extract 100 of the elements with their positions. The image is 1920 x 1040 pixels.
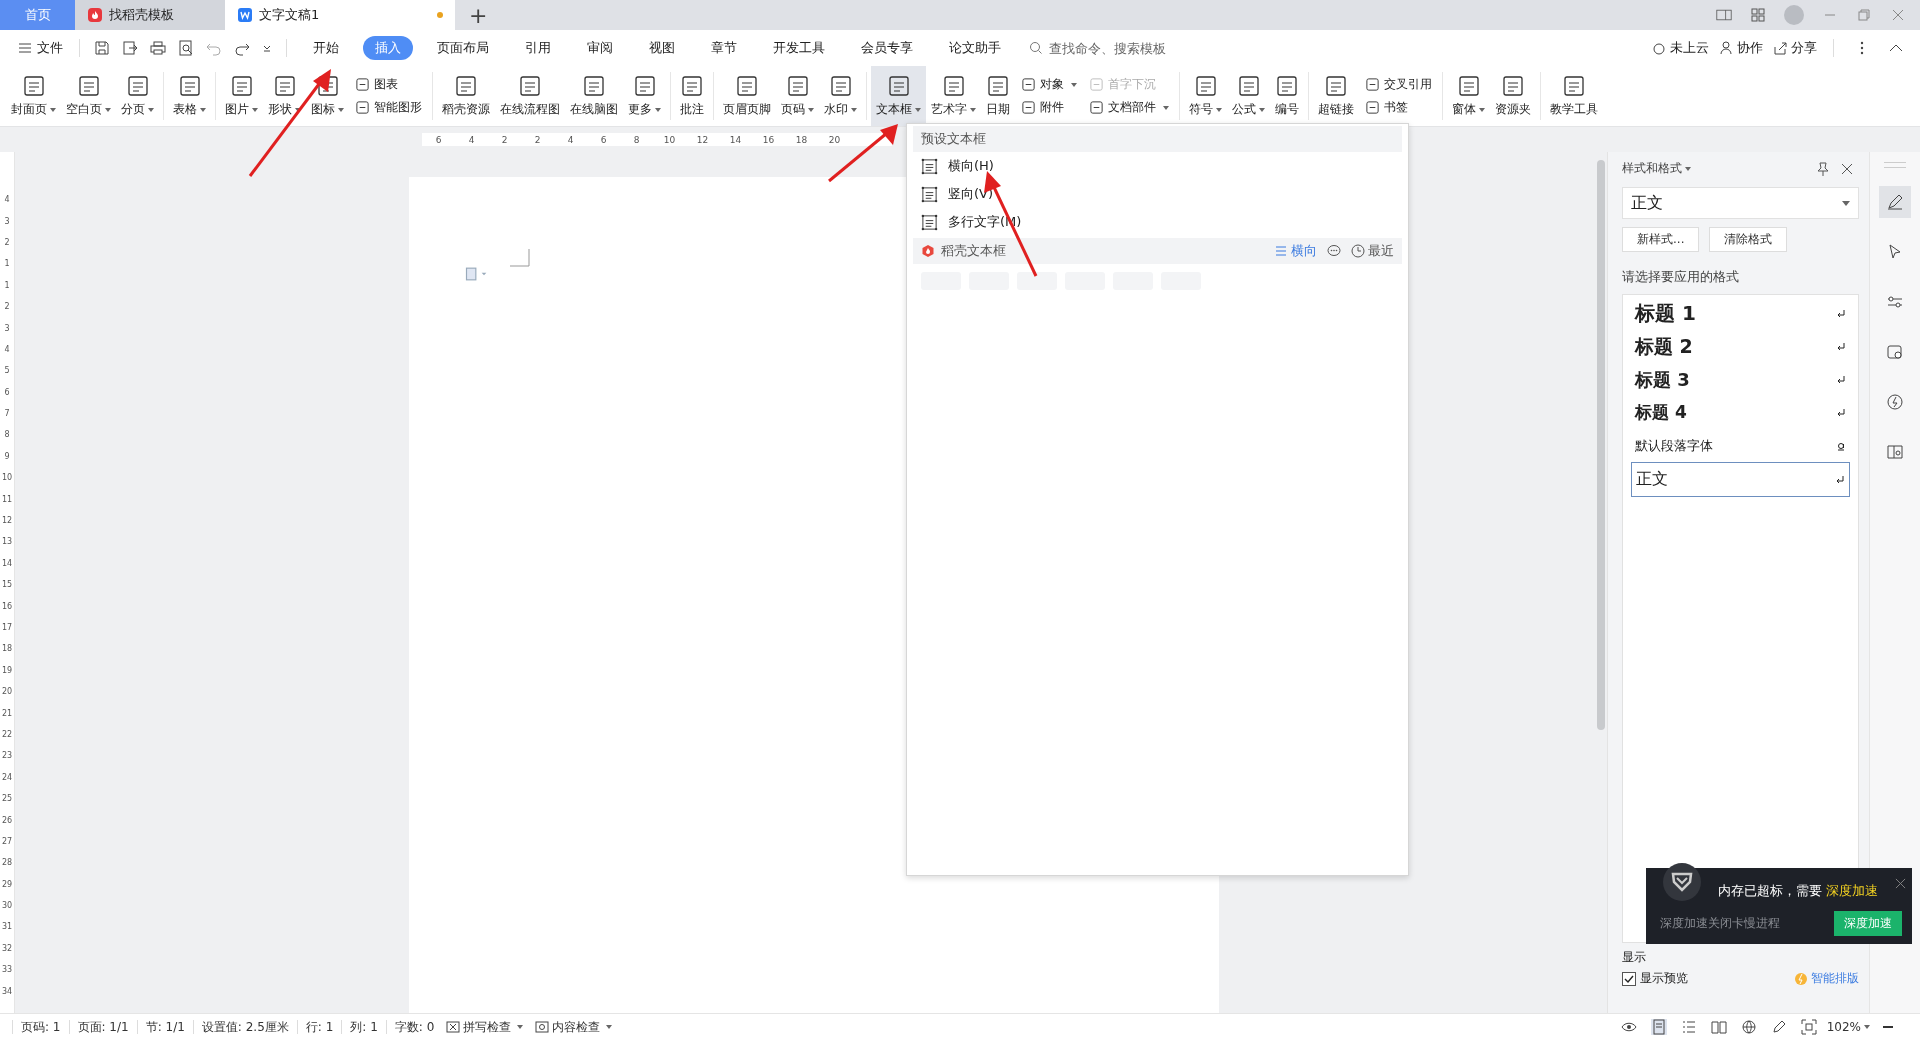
style-item[interactable]: 标题 2 [1631, 330, 1850, 363]
ribbon-button[interactable]: 公式 [1227, 66, 1270, 126]
header-action[interactable]: 分享 [1773, 39, 1817, 57]
square-icon [355, 100, 370, 115]
ribbon-tab[interactable]: 开始 [301, 36, 351, 60]
document-icon [886, 74, 911, 98]
recent-filter[interactable]: 最近 [1351, 242, 1394, 260]
ribbon-button[interactable]: 书签 [1365, 99, 1432, 116]
header-action[interactable]: 未上云 [1652, 39, 1709, 57]
ribbon-button[interactable]: 对象 [1021, 76, 1077, 93]
customize-caret-icon[interactable] [262, 43, 272, 53]
fit-page-icon[interactable] [1800, 1019, 1817, 1035]
ribbon-button[interactable]: 日期 [981, 66, 1015, 126]
ribbon-button[interactable]: 稻壳资源 [437, 66, 495, 126]
ribbon-button[interactable]: 文档部件 [1089, 99, 1169, 116]
ribbon-tab[interactable]: 视图 [637, 36, 687, 60]
book-view-icon[interactable] [1710, 1019, 1727, 1035]
style-dropdown[interactable]: 正文 [1622, 187, 1859, 219]
document-tab[interactable]: 找稻壳模板 [75, 0, 225, 30]
ribbon-button[interactable]: 表格 [168, 66, 211, 126]
pen-icon[interactable] [1770, 1019, 1787, 1035]
ribbon-tab[interactable]: 会员专享 [849, 36, 925, 60]
ruler-number: 30 [0, 900, 14, 913]
pen-icon[interactable] [1879, 186, 1911, 218]
panel-title[interactable]: 样式和格式 [1622, 160, 1811, 177]
web-view-icon[interactable] [1740, 1019, 1757, 1035]
document-tab[interactable]: 文字文稿1 [225, 0, 455, 30]
status-text: 页码: 1 [21, 1018, 61, 1036]
ruler-number: 4 [566, 134, 575, 145]
zoom-level[interactable]: 102% [1826, 1020, 1870, 1034]
lightning-icon [1794, 971, 1808, 986]
ribbon-button[interactable]: 文本框 [871, 66, 926, 126]
document-icon [76, 74, 101, 98]
ribbon-button[interactable]: 教学工具 [1545, 66, 1603, 126]
ribbon-button[interactable]: 空白页 [61, 66, 116, 126]
check-menu-button[interactable]: 拼写检查 [446, 1018, 524, 1036]
style-item[interactable]: 标题 4 [1631, 396, 1850, 429]
orientation-filter[interactable]: 横向 [1274, 242, 1317, 260]
header-action[interactable]: 协作 [1719, 39, 1763, 57]
grid-icon[interactable] [1750, 8, 1766, 22]
ribbon-button[interactable]: 批注 [675, 66, 709, 126]
style-button[interactable]: 清除格式 [1709, 227, 1788, 252]
ribbon-button[interactable]: 编号 [1270, 66, 1304, 126]
ribbon-button[interactable]: 水印 [819, 66, 862, 126]
ribbon-button[interactable]: 艺术字 [926, 66, 981, 126]
smart-layout-link[interactable]: 智能排版 [1794, 970, 1859, 987]
preview-checkbox[interactable]: 显示预览 [1622, 970, 1688, 987]
ribbon-button[interactable]: 附件 [1021, 99, 1077, 116]
ribbon-button[interactable]: 资源夹 [1490, 66, 1536, 126]
show-label: 显示 [1622, 949, 1647, 966]
ribbon-button[interactable]: 形状 [263, 66, 306, 126]
chat-bubble-icon[interactable] [1327, 244, 1341, 258]
save-icon[interactable] [94, 40, 110, 56]
print-preview-icon[interactable] [178, 40, 194, 56]
ribbon-button[interactable]: 页码 [776, 66, 819, 126]
ruler-number: 4 [467, 134, 476, 145]
style-button[interactable]: 新样式... [1622, 227, 1700, 252]
ribbon-button[interactable]: 符号 [1184, 66, 1227, 126]
outline-view-icon[interactable] [1680, 1019, 1697, 1035]
close-icon[interactable] [1895, 878, 1906, 889]
ribbon-tab[interactable]: 引用 [513, 36, 563, 60]
ribbon-button[interactable]: 窗体 [1447, 66, 1490, 126]
ribbon-tab[interactable]: 开发工具 [761, 36, 837, 60]
ribbon-button[interactable]: 页眉页脚 [718, 66, 776, 126]
ribbon-button[interactable]: 在线脑图 [565, 66, 623, 126]
notification-detail: 深度加速关闭卡慢进程 [1660, 915, 1780, 932]
layout-icon[interactable] [1716, 8, 1732, 22]
ribbon-button[interactable]: 超链接 [1313, 66, 1359, 126]
square-icon [1365, 77, 1380, 92]
checkbox-icon[interactable] [1622, 971, 1636, 986]
style-item[interactable]: 标题 1 [1631, 297, 1850, 330]
menu-section-header: 稻壳文本框 [941, 242, 1006, 260]
export-icon[interactable] [122, 40, 138, 56]
ribbon-button[interactable]: 图表 [355, 76, 422, 93]
check-menu-button[interactable]: 内容检查 [535, 1018, 613, 1036]
new-tab-button[interactable]: + [455, 0, 502, 30]
ribbon-tab[interactable]: 页面布局 [425, 36, 501, 60]
print-icon[interactable] [150, 40, 166, 56]
style-item[interactable]: 标题 3 [1631, 363, 1850, 396]
page-view-icon[interactable] [1650, 1019, 1667, 1035]
ribbon-button[interactable]: 图片 [220, 66, 263, 126]
style-item[interactable]: 正文 [1631, 462, 1850, 497]
file-menu[interactable]: 文件 [12, 39, 69, 57]
ribbon-button[interactable]: 交叉引用 [1365, 76, 1432, 93]
ribbon-tab[interactable]: 章节 [699, 36, 749, 60]
ribbon-tab[interactable]: 审阅 [575, 36, 625, 60]
ribbon-tab[interactable]: 论文助手 [937, 36, 1013, 60]
ribbon-button[interactable]: 在线流程图 [495, 66, 565, 126]
pin-icon[interactable] [1815, 160, 1831, 177]
document-icon [986, 74, 1010, 98]
vertical-scrollbar[interactable] [1597, 152, 1607, 1013]
ribbon-button[interactable]: 更多 [623, 66, 666, 126]
ribbon-button[interactable]: 分页 [116, 66, 159, 126]
ribbon-button[interactable]: 封面页 [6, 66, 61, 126]
status-text: 字数: 0 [394, 1018, 435, 1036]
command-search-field[interactable]: 查找命令、搜索模板 [1029, 39, 1201, 57]
menu-item[interactable]: 横向(H) [913, 152, 1402, 180]
ribbon-button[interactable]: 智能图形 [355, 99, 422, 116]
ruler-number: 18 [0, 643, 14, 656]
style-item[interactable]: 默认段落字体 [1631, 429, 1850, 462]
